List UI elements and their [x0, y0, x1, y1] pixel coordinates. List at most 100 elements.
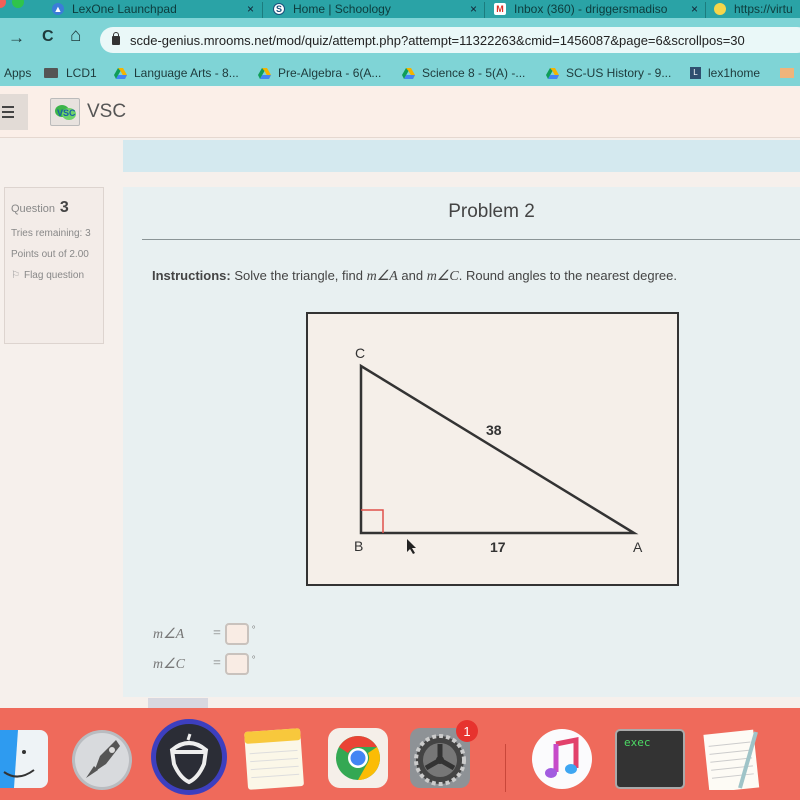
google-drive-icon: [402, 67, 415, 79]
tab-divider: [262, 2, 263, 18]
bookmarks-bar: Apps LCD1 Language Arts - 8... Pre-Algeb…: [0, 60, 800, 86]
instructions-segment: and: [397, 268, 427, 283]
gmail-icon: M: [494, 3, 506, 15]
hamburger-line: [2, 106, 14, 108]
bookmark-label: Language Arts - 8...: [134, 66, 239, 80]
browser-toolbar: → C ⌂ scde-genius.mrooms.net/mod/quiz/at…: [0, 18, 800, 60]
close-tab-icon[interactable]: ×: [470, 2, 477, 16]
dock-finder[interactable]: [0, 726, 52, 790]
hamburger-line: [2, 111, 14, 113]
tab-title: https://virtu: [734, 2, 793, 16]
tab-title: LexOne Launchpad: [72, 2, 177, 16]
bookmark-label: LCD1: [66, 66, 97, 80]
problem-title: Problem 2: [448, 201, 535, 222]
dock-itunes[interactable]: [530, 726, 594, 790]
points-out-of: Points out of 2.00: [11, 249, 89, 261]
check-button[interactable]: [148, 698, 208, 708]
reload-button[interactable]: C: [42, 28, 54, 46]
equals-sign: =: [213, 626, 221, 641]
dock-textedit[interactable]: [700, 726, 764, 793]
mouse-cursor-icon: [407, 539, 416, 554]
maximize-window-button[interactable]: [12, 0, 24, 8]
tab-virtual[interactable]: ● https://virtu: [714, 0, 800, 18]
answer-label: m∠C: [153, 656, 185, 672]
bookmark-lex1home[interactable]: L lex1home: [690, 66, 760, 80]
triangle-figure: C B A 38 17: [306, 312, 679, 586]
dock-notes[interactable]: [242, 726, 306, 790]
instructions-text: Instructions: Solve the triangle, find m…: [152, 268, 677, 285]
angle-c-symbol: m∠C: [426, 269, 459, 284]
menu-toggle-button[interactable]: [0, 94, 28, 130]
answer-section: m∠A = ° m∠C = °: [153, 619, 256, 679]
bookmark-label: Pre-Algebra - 6(A...: [278, 66, 382, 80]
terminal-exec-label: exec: [624, 736, 651, 749]
bookmark-science[interactable]: Science 8 - 5(A) -...: [402, 66, 525, 80]
lightbulb-icon: ●: [714, 3, 726, 15]
degree-symbol: °: [251, 624, 256, 634]
right-triangle: [359, 363, 639, 535]
close-window-button[interactable]: [0, 0, 6, 8]
home-button[interactable]: ⌂: [70, 25, 81, 47]
answer-label: m∠A: [153, 626, 185, 642]
url-text: scde-genius.mrooms.net/mod/quiz/attempt.…: [130, 32, 745, 48]
lexone-icon: ▲: [52, 3, 64, 15]
tab-divider: [484, 2, 485, 18]
address-bar[interactable]: scde-genius.mrooms.net/mod/quiz/attempt.…: [100, 27, 800, 53]
close-tab-icon[interactable]: ×: [691, 2, 698, 16]
question-content: Problem 2 Instructions: Solve the triang…: [123, 187, 800, 708]
bookmark-language-arts[interactable]: Language Arts - 8...: [114, 66, 239, 80]
base-label: 17: [490, 539, 506, 555]
instructions-label: Instructions:: [152, 268, 231, 283]
lex-icon: L: [690, 67, 701, 79]
tab-schoology[interactable]: S Home | Schoology ×: [273, 0, 483, 18]
bookmark-label: Science 8 - 5(A) -...: [422, 66, 526, 80]
tab-title: Home | Schoology: [293, 2, 391, 16]
flag-question-link[interactable]: ⚐ Flag question: [11, 267, 97, 284]
angle-a-input[interactable]: [224, 623, 249, 645]
vertex-label-b: B: [354, 538, 363, 554]
question-number: 3: [59, 199, 69, 216]
bookmark-more-icon[interactable]: [780, 68, 794, 78]
notes-icon: [244, 728, 304, 790]
bookmark-label: Apps: [4, 66, 32, 80]
close-tab-icon[interactable]: ×: [247, 2, 254, 16]
right-angle-marker: [361, 509, 384, 533]
flag-icon: ⚐: [11, 270, 20, 282]
svg-text:VSC: VSC: [57, 108, 76, 118]
bookmark-pre-algebra[interactable]: Pre-Algebra - 6(A...: [258, 66, 381, 80]
answer-row-angle-a: m∠A = °: [153, 619, 256, 649]
app-header: VSC VSC: [0, 88, 800, 138]
tab-gmail[interactable]: M Inbox (360) - driggersmadiso ×: [494, 0, 704, 18]
bookmark-label: lex1home: [708, 66, 761, 80]
launchpad-rocket-icon: [72, 730, 132, 790]
dock-terminal[interactable]: exec: [614, 726, 685, 790]
question-label: Question: [11, 203, 56, 215]
macos-dock: 1 exec: [0, 708, 800, 800]
google-drive-icon: [258, 67, 271, 79]
forward-button[interactable]: →: [8, 28, 25, 48]
tab-divider: [705, 2, 706, 18]
browser-tab-strip: ▲ LexOne Launchpad × S Home | Schoology …: [0, 0, 800, 18]
bookmark-lcd1[interactable]: LCD1: [44, 66, 97, 80]
dock-chrome[interactable]: [326, 726, 390, 790]
brand-name[interactable]: VSC: [87, 101, 126, 123]
equals-sign: =: [213, 656, 221, 671]
angle-c-input[interactable]: [224, 653, 249, 675]
dock-system-preferences[interactable]: 1: [408, 720, 478, 790]
instructions-segment: . Round angles to the nearest degree.: [458, 268, 677, 283]
vertex-label-c: C: [355, 345, 365, 361]
question-info-panel: Question 3 Tries remaining: 3 Points out…: [4, 187, 104, 344]
acorn-icon: [151, 719, 227, 795]
dock-socratic[interactable]: [150, 718, 228, 796]
tries-remaining: Tries remaining: 3: [11, 228, 91, 240]
bookmark-label: SC-US History - 9...: [566, 66, 672, 80]
chrome-icon: [328, 728, 388, 788]
bookmark-us-history[interactable]: SC-US History - 9...: [546, 66, 671, 80]
tab-lexone[interactable]: ▲ LexOne Launchpad ×: [52, 0, 260, 18]
vertex-label-a: A: [633, 539, 643, 555]
bookmark-apps[interactable]: Apps: [4, 66, 31, 80]
finder-icon: [0, 730, 48, 788]
vsc-logo[interactable]: VSC: [50, 98, 80, 126]
dock-launchpad[interactable]: [70, 726, 134, 790]
dock-divider: [505, 744, 506, 792]
